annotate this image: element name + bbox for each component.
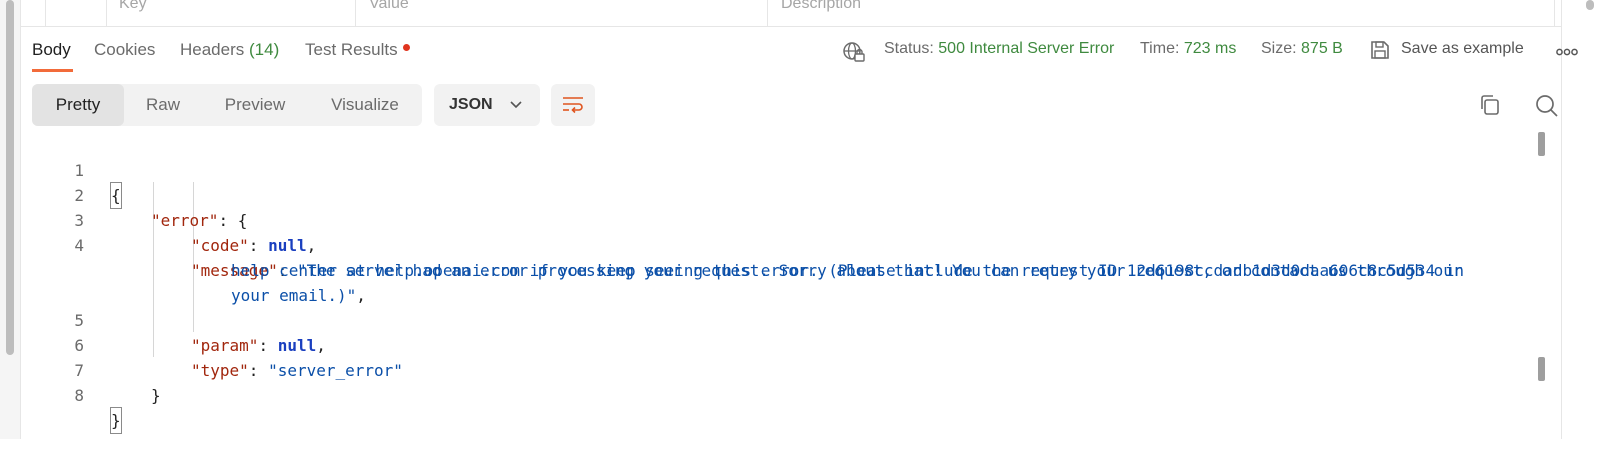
tab-headers-label: Headers [180,40,245,59]
params-table-header: Key Value Description [21,0,1561,27]
search-icon[interactable] [1535,94,1559,118]
left-scrollbar[interactable] [6,0,14,355]
size-label: Size: [1261,40,1297,57]
json-close-brace: } [151,386,161,405]
json-close-brace: } [110,407,122,434]
time-readout: Time: 723 ms [1140,40,1236,58]
active-tab-indicator [32,69,73,72]
status-label: Status: [884,40,934,57]
params-key-header: Key [119,0,147,12]
tab-test-results-label: Test Results [305,40,398,59]
view-pretty-button[interactable]: Pretty [32,84,124,126]
editor-scrollbar-thumb[interactable] [1538,132,1545,156]
time-label: Time: [1140,40,1180,57]
code-line: 5 "param": null, [21,283,1561,355]
code-line: 2 "error": { [21,158,1561,230]
right-gutter [1561,0,1600,439]
status-readout: Status: 500 Internal Server Error [884,40,1114,58]
params-description-header: Description [781,0,862,12]
code-line: 8 } [21,358,1561,434]
view-raw-button[interactable]: Raw [124,84,202,126]
view-visualize-button[interactable]: Visualize [308,84,422,126]
copy-icon[interactable] [1479,94,1501,116]
status-value: 500 Internal Server Error [938,40,1115,57]
code-line: 7 } [21,333,1561,405]
headers-count: (14) [249,40,280,59]
code-line-wrapped: help center at help.openai.com if you ke… [21,233,1561,280]
tab-body[interactable]: Body [32,40,71,60]
view-mode-selector: Pretty Raw Preview Visualize [32,84,422,126]
size-value: 875 B [1301,40,1343,57]
column-divider [1554,0,1555,26]
save-icon[interactable] [1369,39,1391,61]
column-divider [767,0,768,26]
wrap-lines-button[interactable] [551,84,595,126]
response-body-editor[interactable]: 1 { 2 "error": { 3 "code": null, 4 "mess… [21,132,1561,434]
time-value: 723 ms [1183,40,1237,57]
params-value-header: Value [369,0,409,12]
test-results-status-dot [402,44,410,51]
tab-headers[interactable]: Headers (14) [180,40,279,60]
more-icon[interactable] [1556,48,1578,56]
tab-test-results[interactable]: Test Results [305,40,410,60]
code-line-wrapped: your email.)", [21,258,1561,305]
save-as-example-button[interactable]: Save as example [1401,40,1524,58]
globe-lock-icon[interactable] [843,41,865,63]
tab-cookies[interactable]: Cookies [94,40,155,60]
right-scrollbar[interactable] [1586,0,1594,10]
wrap-lines-icon [563,97,583,114]
column-divider [355,0,356,26]
size-readout: Size: 875 B [1261,40,1343,58]
format-select[interactable]: JSON [434,84,540,126]
chevron-down-icon [510,101,522,109]
line-number: 8 [74,386,84,405]
format-select-value: JSON [449,96,493,113]
view-preview-button[interactable]: Preview [202,84,308,126]
code-line: 3 "code": null, [21,183,1561,255]
editor-scrollbar-thumb[interactable] [1538,357,1545,381]
code-line: 6 "type": "server_error" [21,308,1561,380]
response-tabs: Body Cookies Headers (14) Test Results S… [21,26,1561,72]
code-line: 4 "message": "The server had an error pr… [21,208,1561,280]
code-line: 1 { [21,133,1561,209]
column-divider [45,0,46,26]
column-divider [106,0,107,26]
